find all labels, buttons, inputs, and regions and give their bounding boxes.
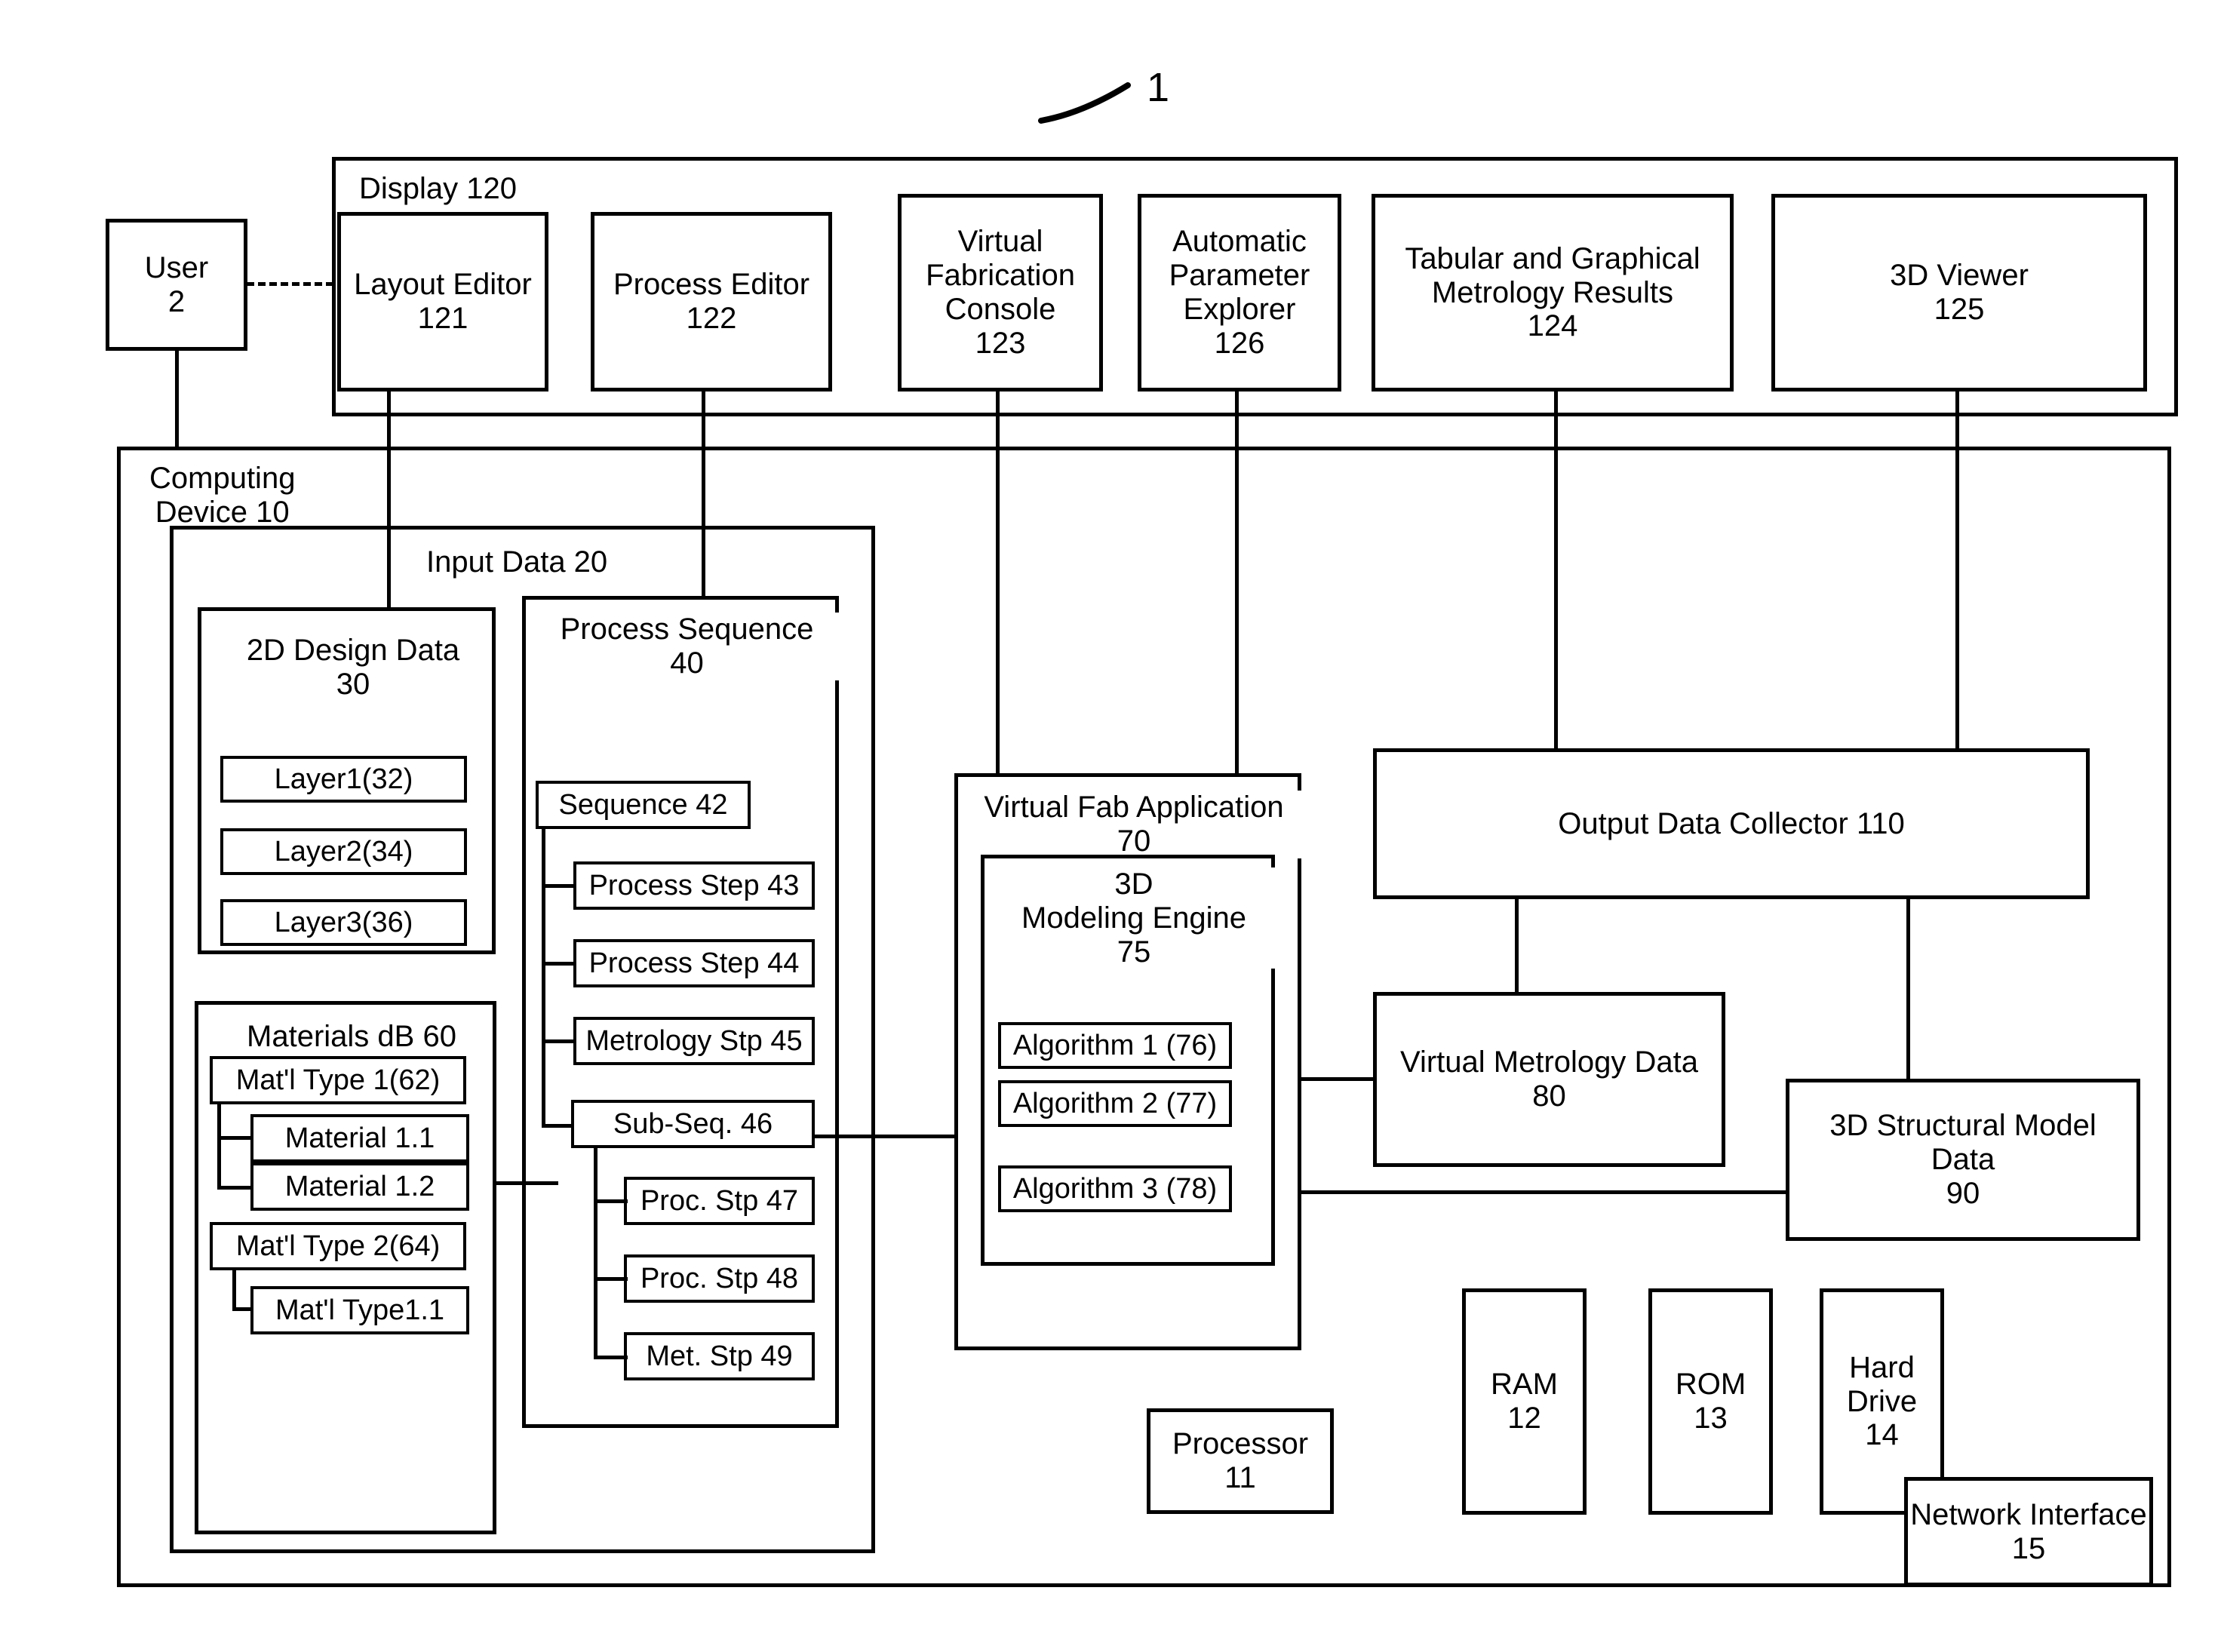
material-1-1-box: Material 1.1 [250,1114,469,1162]
connector-user-to-computing-device [175,349,179,449]
panel-metrology-results[interactable]: Tabular and Graphical Metrology Results … [1372,194,1734,392]
sequence-branch-46 [542,1124,574,1128]
process-sequence-title: Process Sequence 40 [528,613,846,680]
process-sequence-container [522,596,839,1428]
connector-collector-to-structural [1906,896,1910,1081]
sequence-branch-43 [542,884,576,888]
material-1-2-box: Material 1.2 [250,1162,469,1211]
connector-engine-to-metrology [1300,1077,1375,1081]
layer1-box: Layer1(32) [220,756,467,803]
modeling-engine-title: 3D Modeling Engine 75 [985,867,1283,969]
sub-sequence-branch-47 [594,1199,628,1203]
sub-sequence-46-box: Sub-Seq. 46 [571,1100,815,1148]
mat-type-1-box: Mat'l Type 1(62) [210,1056,466,1104]
materials-tree-trunk-1 [217,1103,221,1190]
sequence-tree-trunk [542,828,545,1128]
panel-3d-viewer[interactable]: 3D Viewer 125 [1771,194,2147,392]
structural-model-data-box: 3D Structural Model Data 90 [1786,1079,2140,1241]
processor-box: Processor 11 [1147,1408,1334,1514]
layer2-box: Layer2(34) [220,828,467,875]
mat-type-2-box: Mat'l Type 2(64) [210,1222,466,1270]
sub-sequence-branch-48 [594,1277,628,1281]
panel-layout-editor[interactable]: Layout Editor 121 [337,212,548,392]
proc-step-47-box: Proc. Stp 47 [624,1177,815,1225]
display-title: Display 120 [353,172,524,206]
input-data-title: Input Data 20 [420,545,614,579]
sub-sequence-tree-trunk [594,1147,597,1359]
figure-canvas: 1 User 2 Display 120 Layout Editor 121 P… [0,0,2224,1652]
rom-box: ROM 13 [1648,1288,1773,1515]
process-step-44-box: Process Step 44 [573,939,815,987]
connector-engine-to-structural [1300,1190,1789,1194]
virtual-metrology-data-box: Virtual Metrology Data 80 [1373,992,1725,1167]
algorithm-3-box: Algorithm 3 (78) [998,1165,1232,1212]
connector-collector-to-metrology [1515,896,1519,994]
panel-automatic-parameter-explorer[interactable]: Automatic Parameter Explorer 126 [1138,194,1341,392]
connector-subseq-to-virtualfab [813,1135,957,1138]
panel-process-editor[interactable]: Process Editor 122 [591,212,832,392]
materials-tree-branch-2-1 [232,1307,253,1311]
sequence-branch-45 [542,1039,576,1043]
proc-step-48-box: Proc. Stp 48 [624,1254,815,1303]
sequence-42-box: Sequence 42 [536,781,751,829]
algorithm-1-box: Algorithm 1 (76) [998,1022,1232,1069]
materials-tree-branch-1-1 [217,1136,253,1140]
process-step-43-box: Process Step 43 [573,861,815,910]
met-step-49-box: Met. Stp 49 [624,1332,815,1380]
output-data-collector-box: Output Data Collector 110 [1373,748,2090,899]
layer3-box: Layer3(36) [220,899,467,946]
algorithm-2-box: Algorithm 2 (77) [998,1080,1232,1127]
sequence-branch-44 [542,962,576,966]
virtual-fab-title: Virtual Fab Application 70 [960,791,1308,858]
sub-sequence-branch-49 [594,1356,628,1359]
computing-device-title: Computing Device 10 [143,462,302,530]
panel-virtual-fabrication-console[interactable]: Virtual Fabrication Console 123 [898,194,1103,392]
figure-number: 1 [1147,65,1170,110]
materials-tree-branch-1-2 [217,1186,253,1190]
materials-tree-trunk-2 [232,1269,236,1311]
design-data-title: 2D Design Data 30 [219,634,487,702]
materials-db-title: Materials dB 60 [217,1020,486,1054]
metrology-step-45-box: Metrology Stp 45 [573,1017,815,1065]
user-box: User 2 [106,219,247,351]
ram-box: RAM 12 [1462,1288,1587,1515]
mat-type-1-1-box: Mat'l Type1.1 [250,1286,469,1334]
connector-user-to-display-dashed [247,282,333,286]
figure-leader-line [1038,82,1131,124]
network-interface-box: Network Interface 15 [1904,1477,2153,1586]
